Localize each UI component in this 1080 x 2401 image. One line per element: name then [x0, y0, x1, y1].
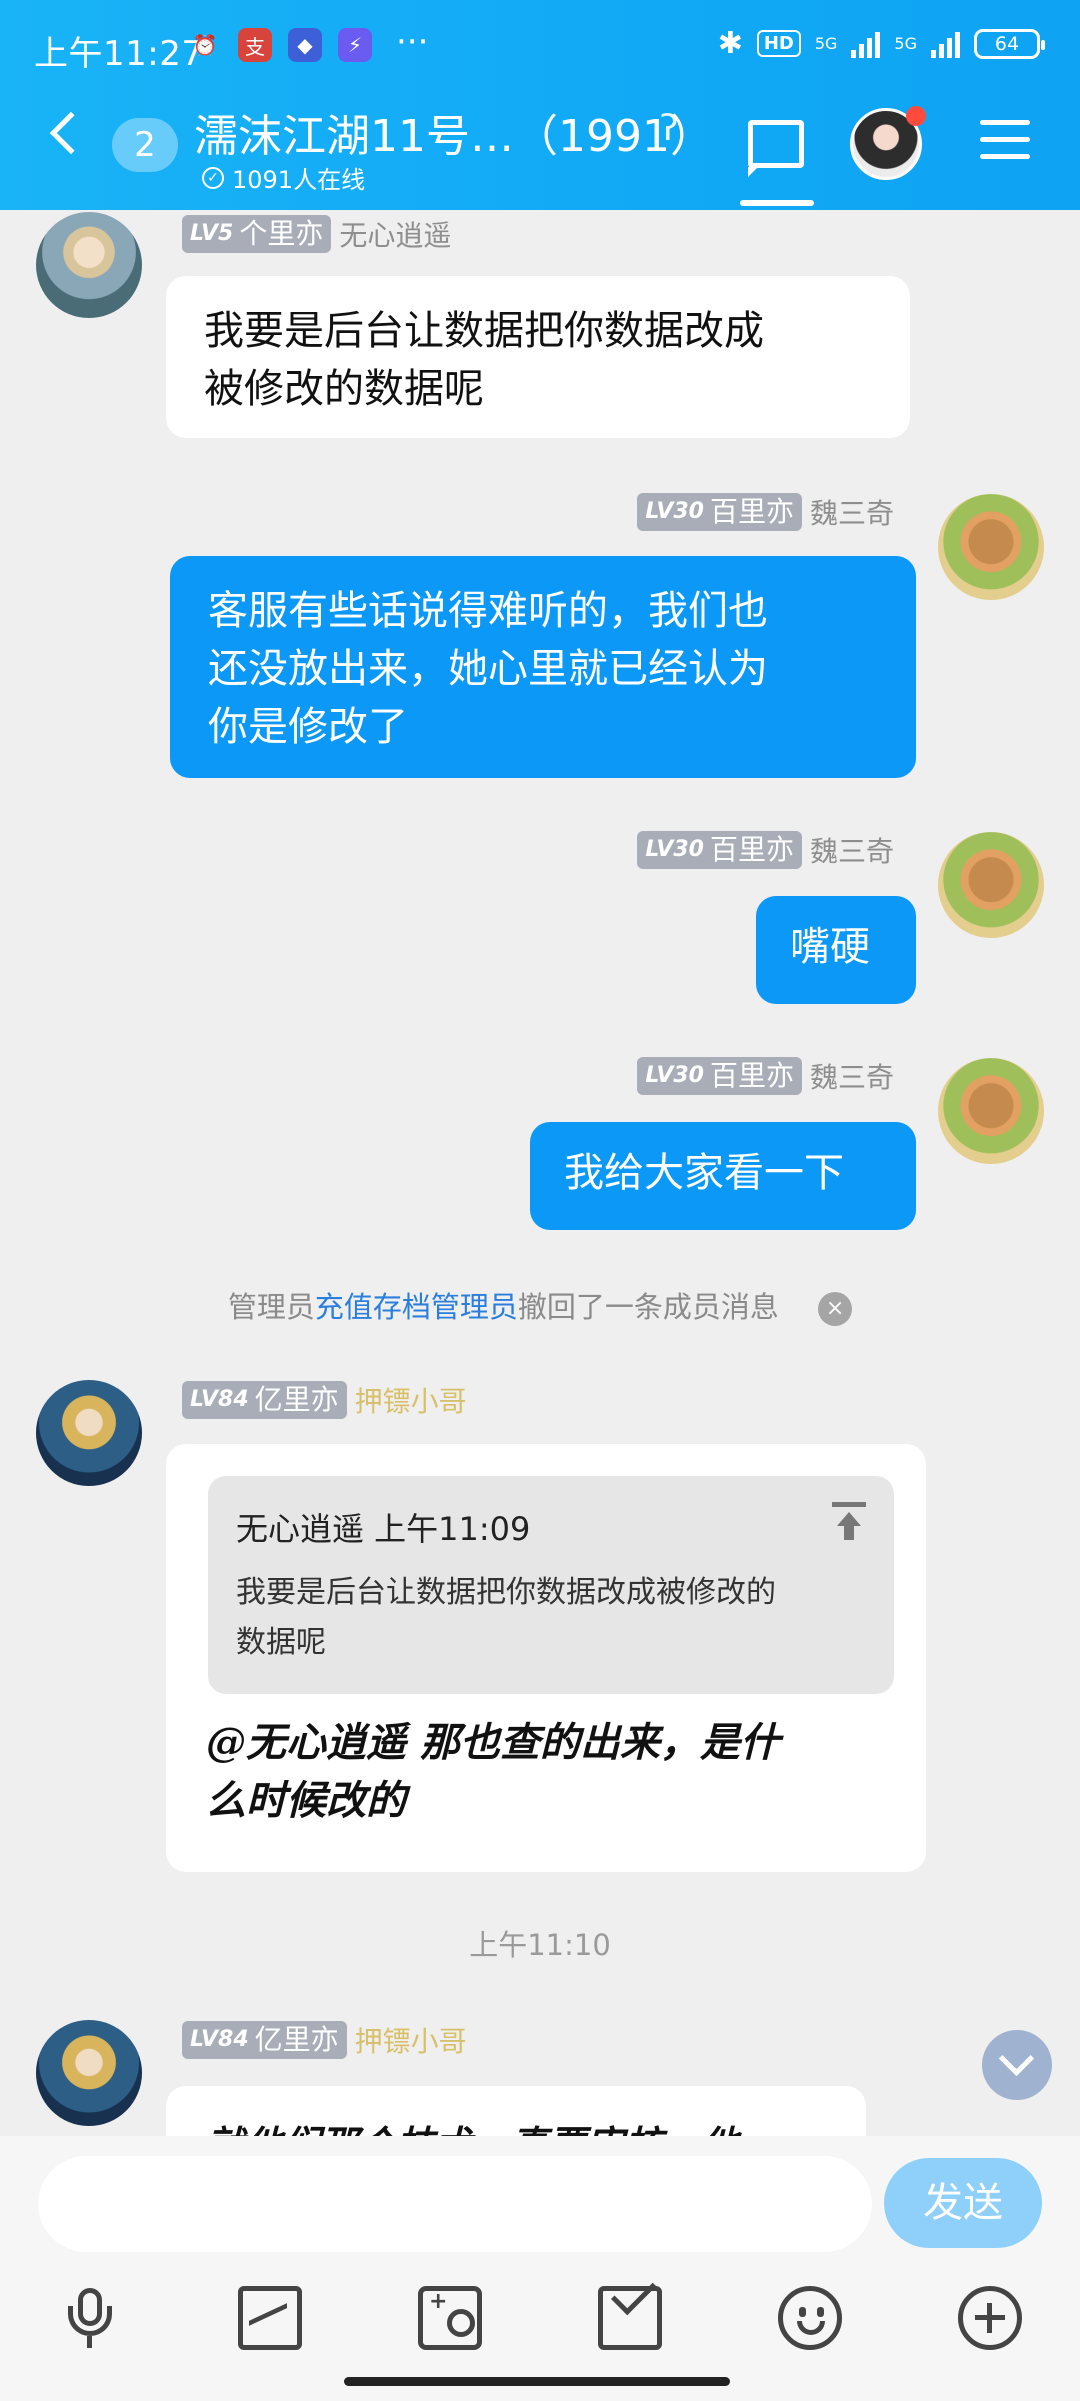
reply-message-bubble[interactable]: 无心逍遥 上午11:09 我要是后台让数据把你数据改成被修改的 数据呢 @无心逍…	[166, 1444, 926, 1872]
more-notifications-icon: ···	[396, 22, 429, 62]
input-toolbar	[0, 2286, 1080, 2366]
home-indicator[interactable]	[344, 2377, 730, 2386]
back-icon[interactable]	[49, 111, 93, 155]
message-bubble[interactable]: 嘴硬	[756, 896, 916, 1004]
sender-name: 魏三奇	[809, 835, 894, 868]
sender-meta: LV30 百里亦 魏三奇	[637, 492, 894, 532]
scroll-to-bottom-button[interactable]	[982, 2030, 1052, 2100]
online-count: 1091人在线	[232, 166, 366, 194]
avatar[interactable]	[938, 1058, 1044, 1164]
unread-count-badge[interactable]: 2	[112, 118, 178, 172]
group-title[interactable]: 濡沫江湖11号…（1991）	[194, 100, 714, 164]
chat-header: 上午11:27 ⏰ 支 ◆ ⚡ ··· ✱ HD 5G 5G 64 2 濡沫江湖…	[0, 0, 1080, 210]
earpiece-icon: ʔ	[660, 108, 679, 149]
reply-text: @无心逍遥 那也查的出来，是什 么时候改的	[206, 1719, 780, 1824]
sender-name: 魏三奇	[809, 497, 894, 530]
sender-name: 魏三奇	[809, 1061, 894, 1094]
mic-icon[interactable]	[58, 2286, 122, 2350]
level-badge: LV84 亿里亦	[182, 1381, 347, 1419]
sender-meta: LV84 亿里亦 押镖小哥	[182, 1380, 467, 1420]
online-status[interactable]: ✓ 1091人在线	[202, 160, 365, 195]
timestamp: 上午11:10	[469, 1928, 611, 1962]
signal-icon	[851, 30, 881, 58]
network-label-2: 5G	[894, 33, 917, 53]
image-icon[interactable]	[238, 2286, 302, 2350]
status-right: ✱ HD 5G 5G 64	[717, 26, 1045, 61]
recall-notice: 管理员充值存档管理员撤回了一条成员消息 ×	[0, 1284, 1080, 1326]
camera-icon[interactable]	[418, 2286, 482, 2350]
bluetooth-icon: ✱	[717, 26, 743, 61]
level-badge: LV5 个里亦	[182, 215, 332, 253]
sender-meta: LV84 亿里亦 押镖小哥	[182, 2020, 467, 2060]
quote-text: 我要是后台让数据把你数据改成被修改的 数据呢	[236, 1575, 776, 1660]
network-label-1: 5G	[814, 33, 838, 53]
alipay-icon: 支	[238, 28, 272, 62]
jump-to-quote-icon-stem	[844, 1524, 854, 1540]
emoji-icon[interactable]	[778, 2286, 842, 2350]
close-notice-icon[interactable]: ×	[818, 1292, 853, 1326]
send-button[interactable]: 发送	[884, 2158, 1042, 2248]
signal-icon-2	[931, 30, 960, 58]
chat-tab-icon[interactable]	[748, 120, 804, 177]
message-list[interactable]: LV5 个里亦 无心逍遥 我要是后台让数据把你数据改成 被修改的数据呢 LV30 百…	[0, 210, 1080, 2140]
red-packet-icon[interactable]	[598, 2286, 662, 2350]
quoted-message[interactable]: 无心逍遥 上午11:09 我要是后台让数据把你数据改成被修改的 数据呢	[208, 1476, 894, 1694]
battery-icon: 64	[974, 28, 1045, 59]
notification-dot	[906, 106, 926, 126]
status-time: 上午11:27	[34, 34, 204, 74]
avatar[interactable]	[938, 832, 1044, 938]
message-bubble[interactable]: 客服有些话说得难听的，我们也 还没放出来，她心里就已经认为 你是修改了	[170, 556, 916, 778]
avatar[interactable]	[36, 212, 142, 318]
quote-author-time: 无心逍遥 上午11:09	[236, 1510, 531, 1548]
sender-name: 押镖小哥	[354, 2025, 467, 2058]
sender-meta: LV30 百里亦 魏三奇	[637, 830, 894, 870]
hd-icon: HD	[756, 30, 801, 57]
online-check-icon: ✓	[202, 166, 224, 189]
avatar[interactable]	[938, 494, 1044, 600]
plus-icon[interactable]	[958, 2286, 1022, 2350]
active-tab-indicator	[740, 200, 814, 206]
input-bar: 发送	[0, 2136, 1080, 2401]
menu-icon[interactable]	[980, 120, 1030, 171]
avatar[interactable]	[36, 1380, 142, 1486]
level-badge: LV30 百里亦	[637, 831, 802, 869]
sender-meta: LV5 个里亦 无心逍遥	[182, 214, 451, 254]
alarm-icon: ⏰	[192, 33, 218, 57]
message-bubble[interactable]: 我要是后台让数据把你数据改成 被修改的数据呢	[166, 276, 910, 438]
app-icon: ◆	[288, 28, 322, 62]
flash-icon: ⚡	[338, 28, 372, 62]
level-badge: LV30 百里亦	[637, 493, 802, 531]
sender-name: 无心逍遥	[339, 219, 452, 252]
status-bar: 上午11:27 ⏰ 支 ◆ ⚡ ··· ✱ HD 5G 5G 64	[0, 0, 1080, 96]
admin-link[interactable]: 充值存档管理员	[315, 1290, 518, 1324]
sender-meta: LV30 百里亦 魏三奇	[637, 1056, 894, 1096]
notification-icons: ⏰ 支 ◆ ⚡	[188, 28, 372, 62]
level-badge: LV84 亿里亦	[182, 2021, 347, 2059]
message-input[interactable]	[38, 2156, 872, 2252]
avatar[interactable]	[36, 2020, 142, 2126]
level-badge: LV30 百里亦	[637, 1057, 802, 1095]
message-bubble[interactable]: 就他们那个技术，真要审核，他	[166, 2086, 866, 2140]
sender-name: 押镖小哥	[354, 1385, 467, 1418]
message-bubble[interactable]: 我给大家看一下	[530, 1122, 916, 1230]
